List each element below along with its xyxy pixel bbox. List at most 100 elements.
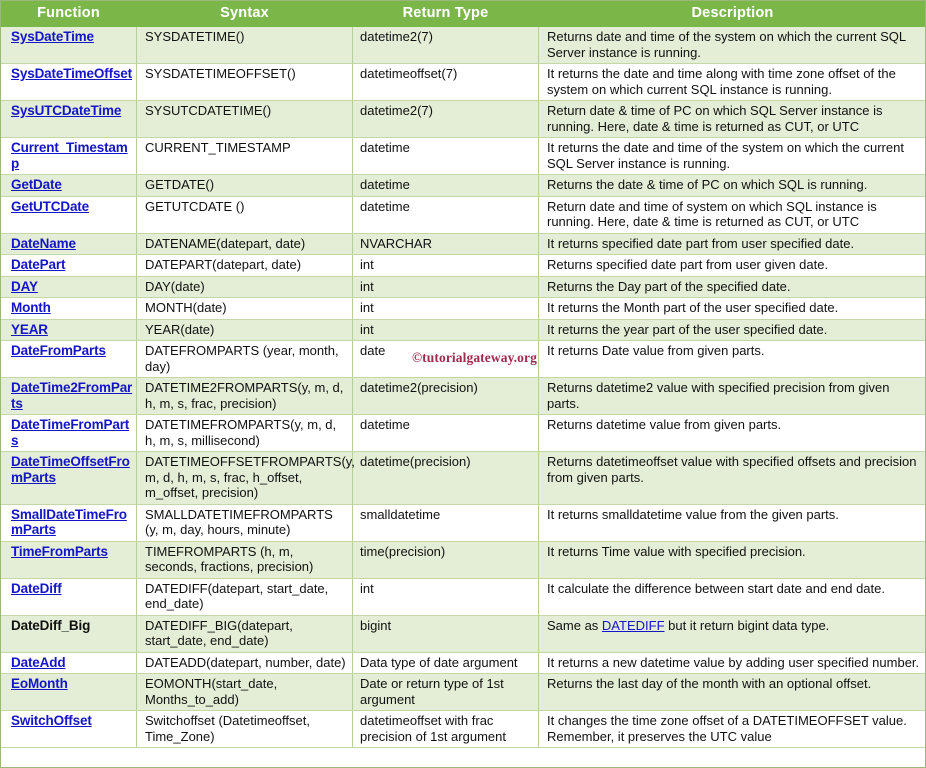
function-name-cell[interactable]: DateName <box>0 232 137 255</box>
table-row: DateName DATENAME(datepart, date) NVARCHAR… <box>0 232 926 255</box>
description-cell: Returns the date & time of PC on which S… <box>538 174 926 197</box>
table-row: DateTime2FromParts DATETIME2FROMPARTS(y, … <box>0 377 926 415</box>
syntax-cell: DATENAME(datepart, date) <box>136 232 353 255</box>
description-cell: Returns the Day part of the specified da… <box>538 275 926 298</box>
table-row: EoMonth EOMONTH(start_date, Months_to_add… <box>0 673 926 711</box>
return-type-cell: NVARCHAR <box>352 232 539 255</box>
return-type-cell: datetime <box>352 137 539 175</box>
column-header-syntax[interactable]: Syntax <box>136 0 353 27</box>
description-cell: It returns Date value from given parts. <box>538 340 926 378</box>
function-name-cell[interactable]: DateFromParts <box>0 340 137 378</box>
table-row: GetDate GETDATE() datetime Returns the date… <box>0 174 926 197</box>
table-row: YEAR YEAR(date) int It returns the year par… <box>0 318 926 341</box>
syntax-cell: TIMEFROMPARTS (h, m, seconds, fractions,… <box>136 540 353 579</box>
function-link[interactable]: DateFromParts <box>11 343 106 358</box>
function-name-cell[interactable]: EoMonth <box>0 673 137 711</box>
return-type-cell: time(precision) <box>352 540 539 579</box>
table-row: SysDateTimeOffset SYSDATETIMEOFFSET() date… <box>0 63 926 101</box>
function-name-cell[interactable]: SmallDateTimeFromParts <box>0 503 137 542</box>
table-row: SysDateTime SYSDATETIME() datetime2(7) Retu… <box>0 26 926 64</box>
function-name-cell[interactable]: DAY <box>0 275 137 298</box>
description-cell: It returns the Month part of the user sp… <box>538 297 926 320</box>
description-cell: It returns a new datetime value by addin… <box>538 651 926 674</box>
table-row: DateDiff DATEDIFF(datepart, start_date, e… <box>0 577 926 616</box>
function-link[interactable]: SysDateTime <box>11 29 94 44</box>
return-type-cell: bigint <box>352 614 539 653</box>
description-cell: Return date & time of PC on which SQL Se… <box>538 100 926 138</box>
syntax-cell: GETUTCDATE () <box>136 195 353 234</box>
function-link[interactable]: DateAdd <box>11 655 66 670</box>
syntax-cell: DATETIMEOFFSETFROMPARTS(y, m, d, h, m, s… <box>136 451 355 505</box>
function-name-cell[interactable]: Month <box>0 297 137 320</box>
function-link[interactable]: SwitchOffset <box>11 713 92 728</box>
function-name-cell[interactable]: DateTime2FromParts <box>0 377 137 415</box>
function-name-cell[interactable]: SwitchOffset <box>0 710 137 748</box>
function-link[interactable]: DateName <box>11 236 76 251</box>
function-name-cell[interactable]: DateDiff <box>0 577 137 616</box>
return-type-cell: datetime <box>352 174 539 197</box>
function-name-cell[interactable]: GetUTCDate <box>0 195 137 234</box>
table-row: DateTimeOffsetFromParts DATETIMEOFFSETFRO… <box>0 451 926 505</box>
syntax-cell: DATEFROMPARTS (year, month, day) <box>136 340 353 378</box>
function-link[interactable]: SysDateTimeOffset <box>11 66 132 81</box>
description-cell: It changes the time zone offset of a DAT… <box>538 710 926 748</box>
function-name-cell[interactable]: DateAdd <box>0 651 137 674</box>
function-name-cell[interactable]: SysUTCDateTime <box>0 100 137 138</box>
function-link[interactable]: DAY <box>11 279 38 294</box>
description-cell: It returns Time value with specified pre… <box>538 540 926 579</box>
function-reference-table-container: Function Syntax Return Type Description … <box>0 0 926 768</box>
syntax-cell: EOMONTH(start_date, Months_to_add) <box>136 673 353 711</box>
return-type-cell: datetime2(precision) <box>352 377 539 415</box>
description-inline-link[interactable]: DATEDIFF <box>602 618 665 633</box>
function-link[interactable]: GetUTCDate <box>11 199 89 214</box>
function-link[interactable]: DateDiff <box>11 581 62 596</box>
function-name-cell[interactable]: Current_Timestamp <box>0 137 137 175</box>
description-cell: Returns specified date part from user gi… <box>538 254 926 277</box>
table-header: Function Syntax Return Type Description <box>0 0 926 27</box>
function-link[interactable]: DateTime2FromParts <box>11 380 132 411</box>
function-name-cell[interactable]: TimeFromParts <box>0 540 137 579</box>
function-link[interactable]: EoMonth <box>11 676 68 691</box>
function-link[interactable]: GetDate <box>11 177 62 192</box>
function-name-cell[interactable]: GetDate <box>0 174 137 197</box>
sql-date-functions-table: Function Syntax Return Type Description … <box>0 0 926 748</box>
syntax-cell: DATEDIFF_BIG(datepart, start_date, end_d… <box>136 614 353 653</box>
table-row: DateFromParts DATEFROMPARTS (year, month,… <box>0 340 926 378</box>
return-type-cell: int <box>352 297 539 320</box>
syntax-cell: CURRENT_TIMESTAMP <box>136 137 353 175</box>
function-link[interactable]: DateTimeOffsetFromParts <box>11 454 130 485</box>
description-cell: Returns datetime value from given parts. <box>538 414 926 452</box>
syntax-cell: MONTH(date) <box>136 297 353 320</box>
function-link[interactable]: DateTimeFromParts <box>11 417 129 448</box>
table-row: Current_Timestamp CURRENT_TIMESTAMP dateti… <box>0 137 926 175</box>
return-type-cell: int <box>352 275 539 298</box>
description-cell: It returns the date and time along with … <box>538 63 926 101</box>
column-header-return-type[interactable]: Return Type <box>352 0 539 27</box>
return-type-cell: date <box>352 340 539 378</box>
function-link[interactable]: YEAR <box>11 322 48 337</box>
return-type-cell: datetime2(7) <box>352 100 539 138</box>
function-link[interactable]: Current_Timestamp <box>11 140 128 171</box>
table-header-row: Function Syntax Return Type Description <box>0 0 926 27</box>
function-name-cell[interactable]: DateTimeOffsetFromParts <box>0 451 137 505</box>
description-cell: It returns specified date part from user… <box>538 232 926 255</box>
function-name-cell[interactable]: DateTimeFromParts <box>0 414 137 452</box>
function-link[interactable]: SysUTCDateTime <box>11 103 121 118</box>
syntax-cell: DATETIMEFROMPARTS(y, m, d, h, m, s, mill… <box>136 414 353 452</box>
function-name-cell[interactable]: SysDateTime <box>0 26 137 64</box>
table-row: DateTimeFromParts DATETIMEFROMPARTS(y, m,… <box>0 414 926 452</box>
return-type-cell: datetime2(7) <box>352 26 539 64</box>
description-cell: Same as DATEDIFF but it return bigint da… <box>538 614 926 653</box>
function-link[interactable]: DatePart <box>11 257 65 272</box>
column-header-function[interactable]: Function <box>0 0 137 27</box>
syntax-cell: DATEDIFF(datepart, start_date, end_date) <box>136 577 353 616</box>
function-name-cell[interactable]: YEAR <box>0 318 137 341</box>
function-link[interactable]: TimeFromParts <box>11 544 108 559</box>
return-type-cell: Date or return type of 1st argument <box>352 673 539 711</box>
column-header-description[interactable]: Description <box>538 0 926 27</box>
function-name-cell[interactable]: DatePart <box>0 254 137 277</box>
function-link[interactable]: SmallDateTimeFromParts <box>11 507 127 538</box>
function-link[interactable]: Month <box>11 300 51 315</box>
description-cell: It returns the year part of the user spe… <box>538 318 926 341</box>
function-name-cell[interactable]: SysDateTimeOffset <box>0 63 137 101</box>
